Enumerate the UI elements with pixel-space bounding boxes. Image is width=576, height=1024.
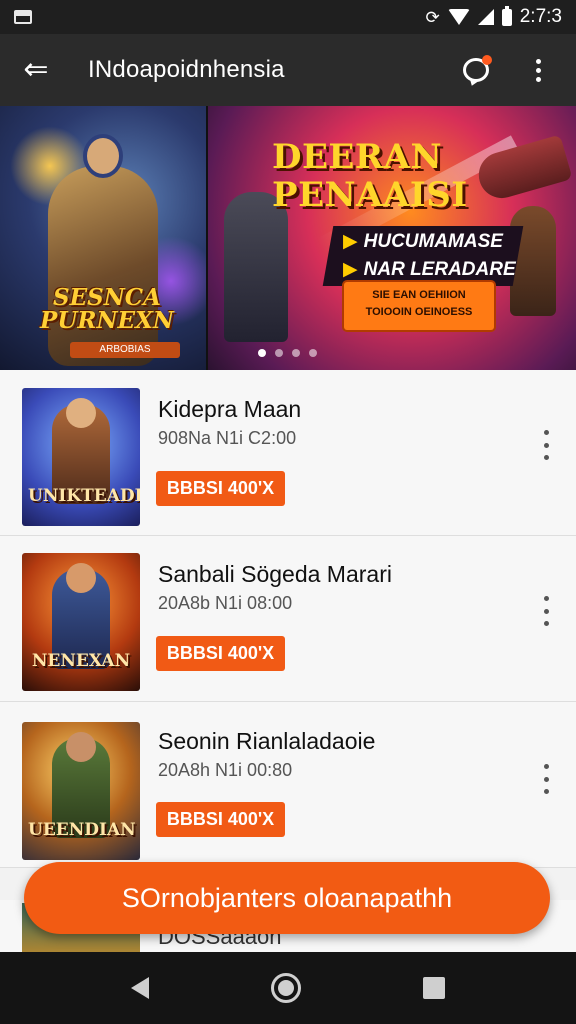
gallery-icon bbox=[14, 10, 32, 24]
banner-line-1: ▶ HUCUMAMASE bbox=[343, 231, 503, 252]
carousel-dot[interactable] bbox=[309, 349, 317, 357]
game-title: Seonin Rianlaladaoie bbox=[158, 728, 376, 754]
promo-banner-carousel[interactable]: SESNCA PURNEXN ARBOBIAS DEERAN PENAAISI … bbox=[0, 106, 576, 370]
app-title: INdoapoidnhensia bbox=[88, 56, 285, 83]
hero-head-art bbox=[83, 134, 123, 178]
status-bar: ⟳ 2:7:3 bbox=[0, 0, 576, 34]
carousel-dot[interactable] bbox=[292, 349, 300, 357]
notification-dot bbox=[482, 55, 492, 65]
more-options-icon[interactable] bbox=[538, 430, 554, 460]
banner-slide-left[interactable]: SESNCA PURNEXN ARBOBIAS bbox=[0, 106, 206, 370]
system-navigation-bar bbox=[0, 952, 576, 1024]
overflow-menu-icon[interactable] bbox=[518, 50, 558, 90]
wifi-icon bbox=[447, 9, 470, 25]
list-item[interactable]: UEENDIAN Seonin Rianlaladaoie 20A8h N1i … bbox=[0, 702, 576, 868]
carousel-indicator bbox=[258, 349, 317, 357]
thumbnail-head-art bbox=[66, 732, 96, 762]
game-meta: 20A8h N1i 00:80 bbox=[158, 760, 293, 780]
more-options-icon[interactable] bbox=[538, 596, 554, 626]
nav-recents-icon[interactable] bbox=[423, 977, 445, 999]
more-options-icon[interactable] bbox=[538, 764, 554, 794]
game-thumbnail[interactable]: UNIKTEADH bbox=[22, 388, 140, 526]
thumbnail-head-art bbox=[66, 398, 96, 428]
banner-line-2: ▶ NAR LERADARE bbox=[343, 259, 516, 280]
banner-left-title: SESNCA PURNEXN bbox=[40, 284, 174, 334]
status-time: 2:7:3 bbox=[519, 6, 562, 27]
signal-icon bbox=[477, 9, 494, 25]
game-title: Sanbali Sögeda Marari bbox=[158, 561, 392, 587]
primary-action-button[interactable]: SOrnobjanters oloanapathh bbox=[24, 862, 550, 934]
list-item[interactable]: UNIKTEADH Kidepra Maan 908Na N1i C2:00 B… bbox=[0, 370, 576, 536]
game-meta: 20A8b N1i 08:00 bbox=[158, 593, 293, 613]
banner-right-headline: DEERAN PENAAISI bbox=[272, 137, 468, 215]
game-action-button[interactable]: BBBSI 400'X bbox=[156, 636, 285, 671]
back-arrow-icon[interactable]: ⇐ bbox=[18, 52, 54, 88]
nav-home-icon[interactable] bbox=[271, 973, 301, 1003]
game-title: Kidepra Maan bbox=[158, 396, 302, 422]
thumbnail-label: UNIKTEADH bbox=[28, 486, 140, 506]
banner-left-subtitle: ARBOBIAS bbox=[70, 342, 180, 358]
game-thumbnail[interactable]: NENEXAN bbox=[22, 553, 140, 691]
notification-button[interactable] bbox=[456, 50, 496, 90]
status-icons: ⟳ 2:7:3 bbox=[425, 5, 562, 28]
battery-icon bbox=[501, 5, 512, 26]
game-thumbnail[interactable]: UEENDIAN bbox=[22, 722, 140, 860]
thumbnail-label: UEENDIAN bbox=[28, 820, 136, 840]
game-meta: 908Na N1i C2:00 bbox=[158, 428, 297, 448]
promo-line-1: SIE EAN OEHIION bbox=[372, 289, 466, 301]
list-item[interactable]: NENEXAN Sanbali Sögeda Marari 20A8b N1i … bbox=[0, 536, 576, 702]
sync-icon: ⟳ bbox=[425, 7, 440, 27]
hero-character-art bbox=[48, 166, 158, 366]
promo-line-2: TOIOOIN OEINOESS bbox=[365, 306, 473, 318]
carousel-dot[interactable] bbox=[275, 349, 283, 357]
nav-back-icon[interactable] bbox=[131, 977, 149, 999]
thumbnail-head-art bbox=[66, 563, 96, 593]
carousel-dot[interactable] bbox=[258, 349, 266, 357]
thumbnail-label: NENEXAN bbox=[31, 651, 131, 671]
game-action-button[interactable]: BBBSI 400'X bbox=[156, 471, 285, 506]
game-action-button[interactable]: BBBSI 400'X bbox=[156, 802, 285, 837]
banner-slide-right[interactable]: DEERAN PENAAISI ▶ HUCUMAMASE ▶ NAR LERADAR… bbox=[208, 106, 576, 370]
banner-promo-box: SIE EAN OEHIION TOIOOIN OEINOESS bbox=[344, 282, 494, 330]
app-bar: ⇐ INdoapoidnhensia bbox=[0, 34, 576, 106]
